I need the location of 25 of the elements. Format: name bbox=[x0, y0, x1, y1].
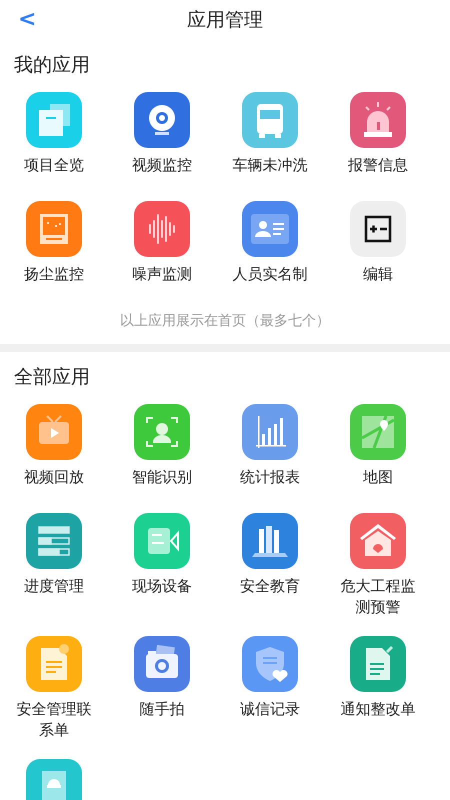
app-button[interactable]: 人员实名制 bbox=[232, 201, 308, 292]
app-button[interactable]: 噪声监测 bbox=[132, 201, 192, 292]
app-button[interactable]: 现场设备 bbox=[132, 513, 192, 618]
app-button[interactable]: 随手拍 bbox=[134, 636, 190, 741]
hint-text: 以上应用展示在首页（最多七个） bbox=[119, 312, 331, 330]
app-button[interactable]: 进度管理 bbox=[24, 513, 84, 618]
app-button[interactable]: 地图 bbox=[350, 404, 406, 495]
app-button[interactable]: 安全管理联系单 bbox=[14, 636, 94, 741]
app-button[interactable]: 智能识别 bbox=[132, 404, 192, 495]
app-button[interactable]: 车辆未冲洗 bbox=[232, 92, 308, 183]
app-button[interactable]: 通知整改单 bbox=[340, 636, 416, 741]
page-title: 应用管理 bbox=[187, 8, 263, 33]
section-title: 我的应用 bbox=[13, 54, 91, 76]
back-button[interactable]: < bbox=[14, 6, 40, 34]
app-button[interactable]: 视频监控 bbox=[132, 92, 192, 183]
app-button[interactable]: 安全教育 bbox=[240, 513, 300, 618]
app-button[interactable]: 编辑 bbox=[350, 201, 406, 292]
app-button[interactable]: 诚信记录 bbox=[240, 636, 300, 741]
app-button[interactable]: 报警信息 bbox=[348, 92, 408, 183]
app-button[interactable]: 扬尘监控 bbox=[24, 201, 84, 292]
app-button[interactable]: 危大工程监测预警 bbox=[338, 513, 418, 618]
section-title: 全部应用 bbox=[13, 366, 91, 388]
app-button[interactable]: 项目全览 bbox=[24, 92, 84, 183]
app-button[interactable]: 统计报表 bbox=[240, 404, 300, 495]
app-button[interactable]: 视频回放 bbox=[24, 404, 84, 495]
